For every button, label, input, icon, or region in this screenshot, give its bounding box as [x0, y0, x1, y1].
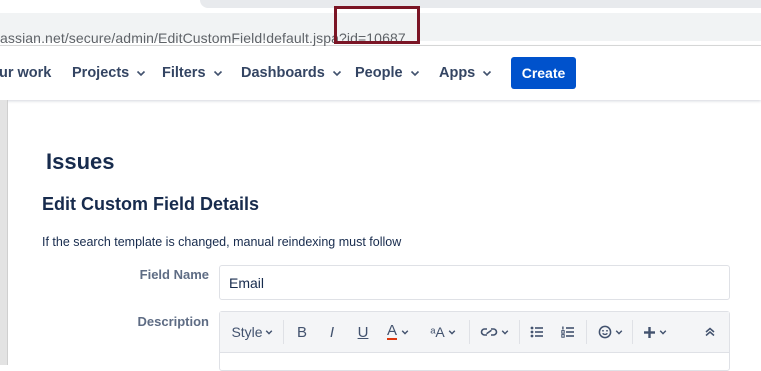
chevron-down-icon [410, 70, 419, 77]
collapse-toolbar-button[interactable] [698, 312, 722, 352]
nav-your-work[interactable]: ur work [0, 65, 51, 81]
description-label: Description [137, 314, 209, 329]
emoji-icon [598, 325, 611, 339]
top-navigation: ur work Projects Filters Dashboards Peop… [0, 46, 761, 100]
bold-button[interactable]: B [290, 312, 314, 352]
page-title: Issues [46, 149, 115, 174]
nav-dashboards[interactable]: Dashboards [241, 65, 342, 81]
nav-dashboards-label: Dashboards [241, 65, 325, 81]
toolbar-divider [586, 320, 587, 344]
nav-projects-label: Projects [72, 65, 130, 81]
text-color-button[interactable]: A [381, 312, 415, 352]
field-name-input[interactable]: Email [219, 265, 730, 300]
nav-your-work-label: ur work [0, 65, 52, 81]
link-icon [480, 328, 497, 336]
bold-icon: B [296, 323, 307, 341]
reindex-note: If the search template is changed, manua… [42, 235, 402, 249]
bullet-list-button[interactable] [525, 312, 549, 352]
underline-button[interactable]: U [351, 312, 375, 352]
nav-people-label: People [355, 65, 403, 81]
nav-apps[interactable]: Apps [439, 65, 492, 81]
description-editor[interactable]: Style B I U A ᵃA [219, 311, 730, 371]
editor-toolbar: Style B I U A ᵃA [220, 312, 729, 353]
bullet-list-icon [530, 326, 543, 338]
browser-tab-strip [200, 0, 761, 8]
chevron-down-icon [401, 330, 409, 335]
nav-projects[interactable]: Projects [72, 65, 146, 81]
sidebar-collapsed-rail[interactable] [0, 100, 8, 365]
more-formatting-icon: ᵃA [430, 324, 445, 340]
collapse-icon [705, 327, 715, 337]
style-dropdown[interactable]: Style [228, 312, 276, 352]
chevron-down-icon [213, 70, 222, 77]
field-name-label: Field Name [139, 267, 209, 282]
url-id-highlight-box [334, 6, 420, 44]
nav-filters-label: Filters [162, 65, 206, 81]
numbered-list-icon [561, 326, 574, 338]
toolbar-divider [519, 320, 520, 344]
section-title: Edit Custom Field Details [42, 194, 260, 214]
nav-people[interactable]: People [355, 65, 420, 81]
chevron-down-icon [659, 330, 667, 335]
chevron-down-icon [483, 70, 492, 77]
chevron-down-icon [332, 70, 341, 77]
text-color-icon: A [386, 322, 397, 340]
chevron-down-icon [615, 330, 622, 335]
chevron-down-icon [265, 330, 272, 335]
create-button[interactable]: Create [511, 57, 576, 89]
browser-address-bar: assian.net/secure/admin/EditCustomField!… [0, 0, 761, 46]
toolbar-divider [469, 320, 470, 344]
insert-button[interactable] [638, 312, 672, 352]
style-dropdown-label: Style [231, 324, 263, 340]
toolbar-divider [283, 320, 284, 344]
italic-button[interactable]: I [320, 312, 344, 352]
nav-apps-label: Apps [439, 65, 476, 81]
link-button[interactable] [476, 312, 512, 352]
toolbar-divider [632, 320, 633, 344]
numbered-list-button[interactable] [556, 312, 580, 352]
emoji-button[interactable] [593, 312, 627, 352]
underline-icon: U [357, 323, 369, 341]
more-formatting-button[interactable]: ᵃA [424, 312, 462, 352]
italic-icon: I [329, 323, 335, 341]
insert-plus-icon [644, 326, 655, 338]
chevron-down-icon [137, 70, 146, 77]
chevron-down-icon [448, 330, 456, 335]
nav-filters[interactable]: Filters [162, 65, 223, 81]
chevron-down-icon [501, 330, 508, 335]
